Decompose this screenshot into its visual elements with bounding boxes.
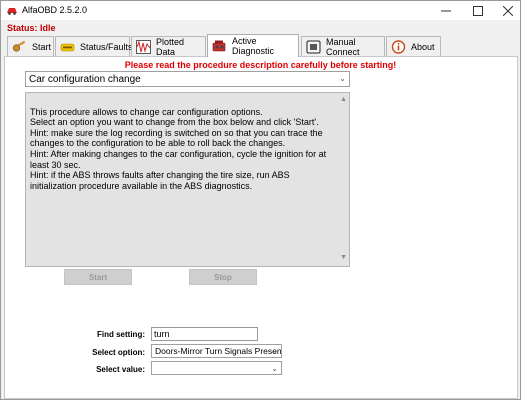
select-option-label: Select option:	[92, 348, 145, 357]
tab-label: About	[411, 41, 435, 52]
select-value-label: Select value:	[96, 365, 145, 374]
select-option-dropdown[interactable]: Doors-Mirror Turn Signals Presen ⌄	[151, 344, 282, 358]
tab-label: Active Diagnostic	[232, 36, 275, 56]
fault-badge-icon	[60, 43, 75, 51]
select-option-value: Doors-Mirror Turn Signals Presen	[155, 346, 282, 356]
select-value-dropdown[interactable]: ⌄	[151, 361, 282, 375]
connect-icon	[306, 40, 321, 53]
find-setting-label: Find setting:	[97, 330, 145, 339]
maximize-button[interactable]	[463, 1, 493, 20]
procedure-select-value: Car configuration change	[29, 73, 141, 85]
procedure-select[interactable]: Car configuration change ⌄	[25, 71, 350, 87]
minimize-icon	[441, 10, 451, 11]
chevron-down-icon: ⌄	[271, 347, 278, 356]
tab-start[interactable]: Start	[7, 36, 54, 56]
tab-manual-connect[interactable]: Manual Connect	[301, 36, 385, 57]
find-setting-input[interactable]: turn	[151, 327, 258, 341]
minimize-button[interactable]	[431, 1, 461, 20]
status-text: Status: Idle	[7, 23, 56, 33]
engine-icon	[212, 40, 226, 52]
tab-plotted-data[interactable]: Plotted Data	[131, 36, 206, 57]
chevron-down-icon: ⌄	[271, 364, 278, 373]
start-button[interactable]: Start	[64, 269, 132, 285]
tab-strip: Start Status/Faults Plotted Data Active …	[3, 34, 520, 57]
stop-button[interactable]: Stop	[189, 269, 257, 285]
close-button[interactable]	[493, 1, 521, 20]
tab-label: Manual Connect	[326, 36, 360, 57]
maximize-icon	[473, 5, 483, 16]
warning-message: Please read the procedure description ca…	[124, 60, 397, 70]
find-setting-value: turn	[154, 329, 170, 339]
tab-label: Plotted Data	[156, 36, 185, 57]
app-window: AlfaOBD 2.5.2.0 Status: Idle Start Statu…	[0, 0, 521, 400]
tab-active-diagnostic[interactable]: Active Diagnostic	[207, 34, 299, 57]
close-icon	[503, 5, 513, 16]
scroll-down-icon[interactable]: ▼	[340, 253, 347, 264]
tab-about[interactable]: About	[386, 36, 441, 56]
window-title: AlfaOBD 2.5.2.0	[22, 5, 88, 15]
procedure-description: This procedure allows to change car conf…	[25, 92, 350, 267]
procedure-description-text: This procedure allows to change car conf…	[30, 106, 327, 191]
scroll-up-icon[interactable]: ▲	[340, 95, 347, 106]
tab-label: Start	[32, 41, 52, 52]
info-icon	[391, 39, 406, 54]
chevron-down-icon: ⌄	[339, 74, 346, 83]
waveform-icon	[136, 39, 151, 54]
tab-label: Status/Faults	[80, 41, 133, 52]
key-icon	[12, 40, 26, 52]
tab-status-faults[interactable]: Status/Faults	[55, 36, 133, 56]
title-bar: AlfaOBD 2.5.2.0	[1, 1, 520, 20]
app-logo-icon	[7, 8, 17, 15]
